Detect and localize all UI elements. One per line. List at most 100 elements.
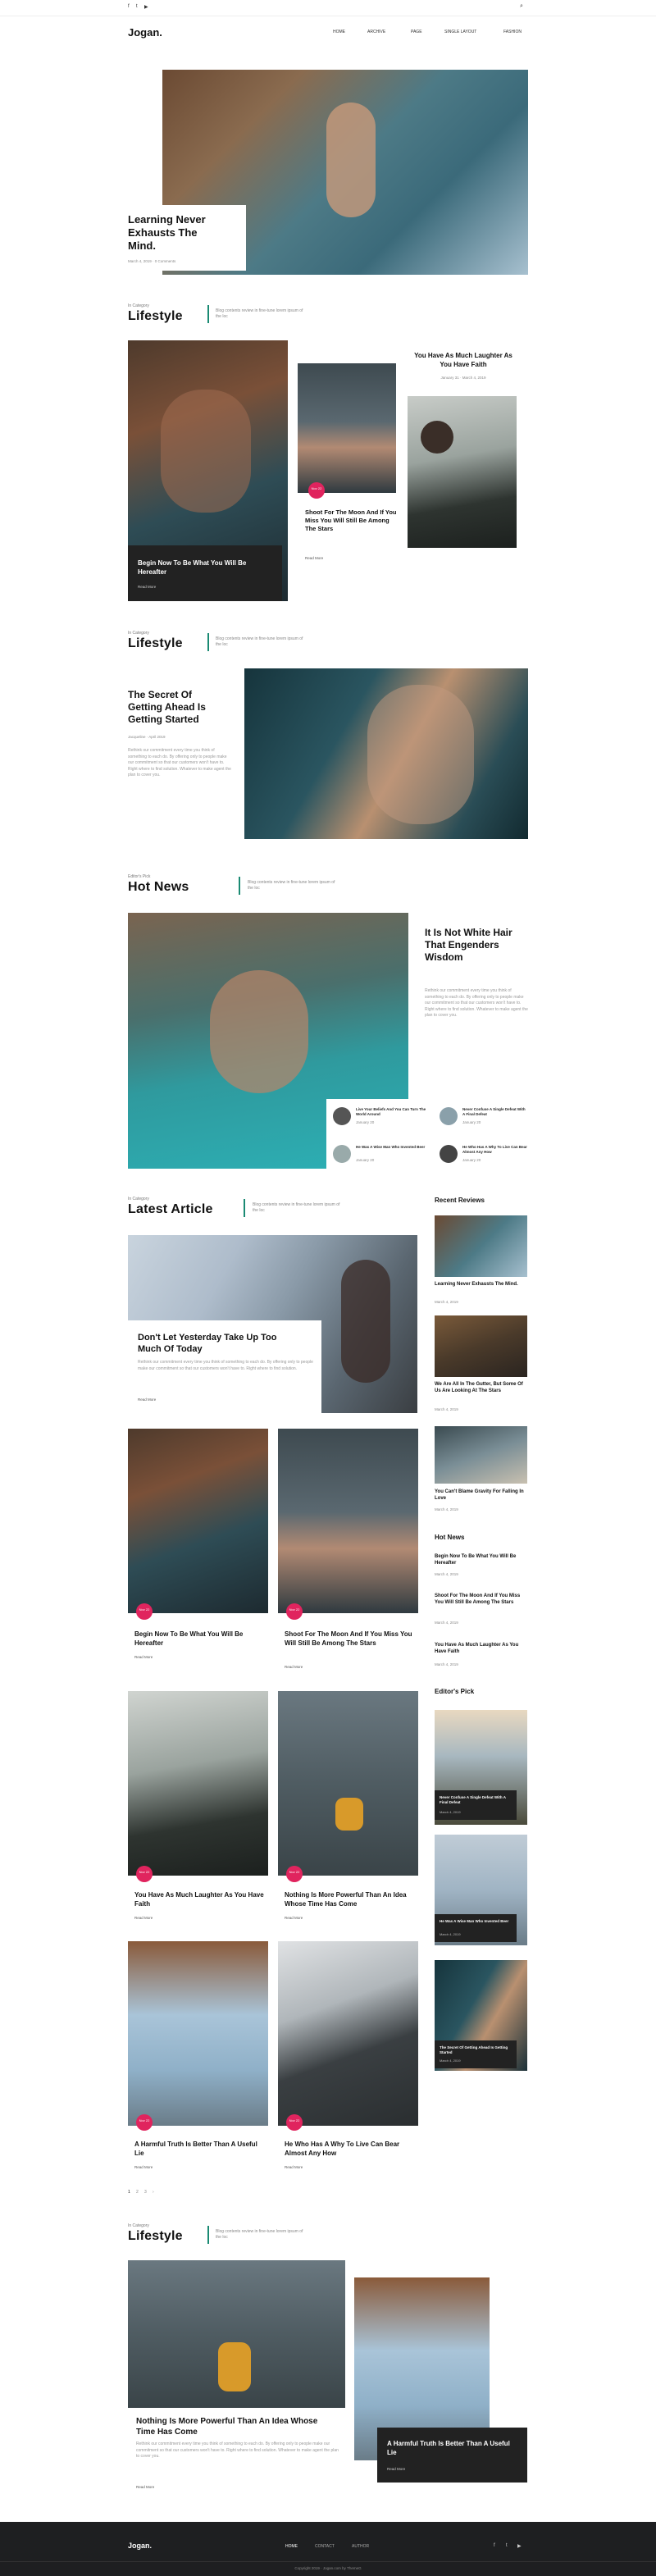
lifestyle1-right-title[interactable]: You Have As Much Laughter As You Have Fa… <box>408 351 518 369</box>
sidebar-recent-image[interactable] <box>435 1426 527 1484</box>
nav-fashion[interactable]: FASHION <box>503 30 522 34</box>
sidebar-pick-item-title[interactable]: Never Confuse A Single Defeat With A Fin… <box>440 1795 512 1805</box>
lifestyle1-right-image[interactable] <box>408 396 517 548</box>
hero-title[interactable]: Learning Never Exhausts The Mind. <box>128 213 226 253</box>
hotnews-small-title[interactable]: He Was A Wise Man Who Invented Beer <box>356 1145 428 1150</box>
footer-logo[interactable]: Jogan. <box>128 2542 152 2550</box>
footer-link-contact[interactable]: CONTACT <box>315 2544 335 2549</box>
latest-card-image[interactable] <box>128 1941 268 2126</box>
sidebar-pick-item-meta: March 4, 2019 <box>440 1932 461 1936</box>
hotnews-small-thumb[interactable] <box>333 1107 351 1125</box>
latest-card-badge: Nov 22 <box>136 1603 153 1620</box>
footer-link-author[interactable]: AUTHOR <box>352 2544 369 2549</box>
hotnews-small-title[interactable]: Never Confuse A Single Defeat With A Fin… <box>462 1107 528 1117</box>
hotnews-title: Hot News <box>128 880 189 894</box>
footer-link-home[interactable]: HOME <box>285 2544 298 2549</box>
lifestyle2-divider <box>207 633 209 651</box>
facebook-icon[interactable]: f <box>494 2543 495 2548</box>
latest-card-title[interactable]: Shoot For The Moon And If You Miss You W… <box>285 1630 416 1648</box>
lifestyle3-main-image[interactable] <box>128 2260 345 2408</box>
lifestyle2-post-title[interactable]: The Secret Of Getting Ahead Is Getting S… <box>128 689 226 726</box>
twitter-icon[interactable]: t <box>136 4 138 9</box>
lifestyle1-main-title[interactable]: Begin Now To Be What You Will Be Hereaft… <box>138 559 269 577</box>
sidebar-hot-item-title[interactable]: Shoot For The Moon And If You Miss You W… <box>435 1593 526 1606</box>
lifestyle3-divider <box>207 2226 209 2244</box>
sidebar-recent-image[interactable] <box>435 1215 527 1277</box>
sidebar-recent-image[interactable] <box>435 1315 527 1377</box>
page-1[interactable]: 1 <box>128 2190 130 2195</box>
lifestyle1-mid-title[interactable]: Shoot For The Moon And If You Miss You W… <box>305 508 397 533</box>
logo[interactable]: Jogan. <box>128 26 162 39</box>
hotnews-small-thumb[interactable] <box>440 1107 458 1125</box>
lifestyle1-mid-read[interactable]: Read More <box>305 556 323 560</box>
latest-card-image[interactable] <box>278 1429 418 1613</box>
latest-card-image[interactable] <box>278 1691 418 1876</box>
sidebar-hot-item-title[interactable]: You Have As Much Laughter As You Have Fa… <box>435 1642 526 1655</box>
footer: Jogan. HOME CONTACT AUTHOR f t ▶ Copyrig… <box>0 2522 656 2576</box>
latest-card-title[interactable]: Nothing Is More Powerful Than An Idea Wh… <box>285 1890 416 1908</box>
lifestyle3-main-title[interactable]: Nothing Is More Powerful Than An Idea Wh… <box>136 2416 333 2437</box>
sidebar-recent-item-meta: March 4, 2019 <box>435 1507 458 1511</box>
hotnews-feature-title[interactable]: It Is Not White Hair That Engenders Wisd… <box>425 927 515 964</box>
youtube-icon[interactable]: ▶ <box>517 2543 522 2549</box>
latest-card-badge: Nov 22 <box>286 1603 303 1620</box>
hotnews-small-thumb[interactable] <box>440 1145 458 1163</box>
latest-card-title[interactable]: He Who Has A Why To Live Can Bear Almost… <box>285 2140 416 2158</box>
facebook-icon[interactable]: f <box>128 4 130 9</box>
latest-card-read[interactable]: Read More <box>285 1916 303 1920</box>
latest-card-title[interactable]: Begin Now To Be What You Will Be Hereaft… <box>134 1630 266 1648</box>
sidebar-recent-item-meta: March 4, 2019 <box>435 1300 458 1304</box>
hotnews-divider <box>239 877 240 895</box>
latest-card-image[interactable] <box>128 1691 268 1876</box>
sidebar-pick-item-title[interactable]: The Secret Of Getting Ahead Is Getting S… <box>440 2045 512 2055</box>
lifestyle3-title: Lifestyle <box>128 2229 183 2243</box>
page-3[interactable]: 3 <box>144 2190 147 2195</box>
nav-archive[interactable]: ARCHIVE <box>367 30 385 34</box>
latest-card-badge: Nov 22 <box>136 2114 153 2131</box>
page-2[interactable]: 2 <box>136 2190 139 2195</box>
page-next[interactable]: › <box>153 2190 154 2195</box>
nav-page[interactable]: PAGE <box>411 30 422 34</box>
latest-card-title[interactable]: A Harmful Truth Is Better Than A Useful … <box>134 2140 266 2158</box>
pagination: 1 2 3 › <box>128 2190 177 2198</box>
latest-card-image[interactable] <box>128 1429 268 1613</box>
lifestyle3-main-read[interactable]: Read More <box>136 2485 154 2489</box>
nav-home[interactable]: HOME <box>333 30 345 34</box>
lifestyle2-image[interactable] <box>244 668 528 839</box>
latest-divider <box>244 1199 245 1217</box>
search-icon[interactable]: ⌕ <box>520 3 523 10</box>
sidebar-pick-item-meta: March 4, 2019 <box>440 1810 461 1814</box>
latest-card-badge: Nov 22 <box>286 1866 303 1882</box>
latest-card-read[interactable]: Read More <box>285 1665 303 1669</box>
sidebar-recent-item-title[interactable]: You Can't Blame Gravity For Falling In L… <box>435 1489 526 1502</box>
hotnews-small-title[interactable]: Live Your Beliefs And You Can Turn The W… <box>356 1107 428 1117</box>
latest-card-read[interactable]: Read More <box>285 2165 303 2169</box>
latest-card-badge: Nov 22 <box>136 1866 153 1882</box>
sidebar-recent-item-title[interactable]: Learning Never Exhausts The Mind. <box>435 1281 526 1288</box>
latest-card-read[interactable]: Read More <box>134 1916 153 1920</box>
youtube-icon[interactable]: ▶ <box>144 4 148 10</box>
hotnews-small-list: Live Your Beliefs And You Can Turn The W… <box>326 1099 531 1173</box>
latest-feature-title[interactable]: Don't Let Yesterday Take Up Too Much Of … <box>138 1332 302 1355</box>
sidebar-recent-item-title[interactable]: We Are All In The Gutter, But Some Of Us… <box>435 1381 526 1394</box>
hotnews-small-thumb[interactable] <box>333 1145 351 1163</box>
nav-single-layout[interactable]: SINGLE LAYOUT <box>444 30 476 34</box>
lifestyle1-mid-image[interactable] <box>298 363 396 493</box>
latest-card-image[interactable] <box>278 1941 418 2126</box>
lifestyle1-main-read[interactable]: Read More <box>138 585 156 589</box>
latest-card-read[interactable]: Read More <box>134 1655 153 1659</box>
sidebar-pick-title: Editor's Pick <box>435 1688 475 1695</box>
lifestyle1-right-meta: January 31 · March 4, 2019 <box>440 376 486 380</box>
latest-card-read[interactable]: Read More <box>134 2165 153 2169</box>
sidebar-pick-item-title[interactable]: He Was A Wise Man Who Invented Beer <box>440 1919 512 1924</box>
lifestyle3-right-read[interactable]: Read More <box>387 2467 405 2471</box>
lifestyle1-title: Lifestyle <box>128 309 183 323</box>
sidebar-hot-item-title[interactable]: Begin Now To Be What You Will Be Hereaft… <box>435 1553 526 1566</box>
twitter-icon[interactable]: t <box>506 2543 508 2548</box>
lifestyle3-right-title[interactable]: A Harmful Truth Is Better Than A Useful … <box>387 2439 510 2457</box>
latest-feature-read[interactable]: Read More <box>138 1397 156 1402</box>
latest-card-title[interactable]: You Have As Much Laughter As You Have Fa… <box>134 1890 266 1908</box>
lifestyle3-main-text: Rethink our commitment every time you th… <box>136 2442 339 2459</box>
lifestyle1-eyebrow: In Category <box>128 303 149 308</box>
hotnews-small-title[interactable]: He Who Has A Why To Live Can Bear Almost… <box>462 1145 528 1155</box>
